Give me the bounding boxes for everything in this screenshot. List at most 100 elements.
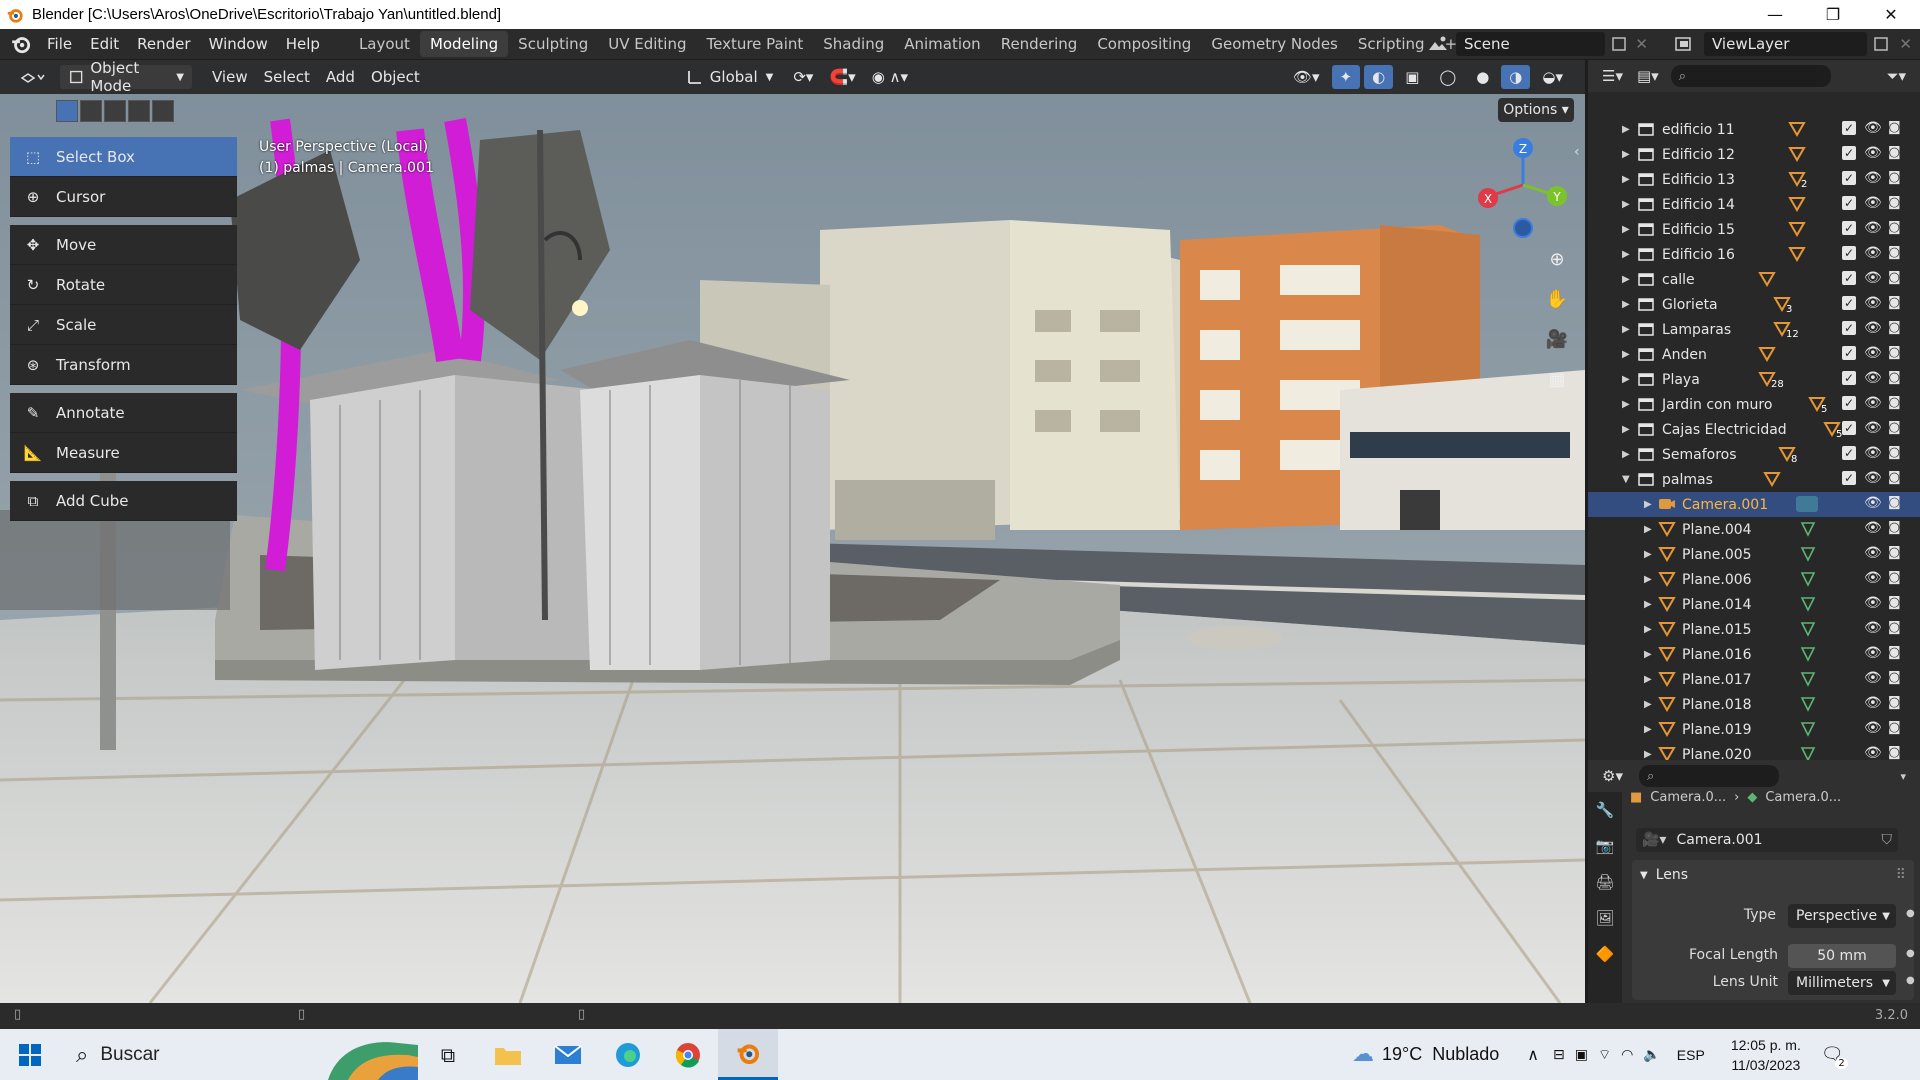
pan-hand-icon[interactable]: ✋ bbox=[1542, 284, 1572, 314]
keyframe-dot-icon[interactable]: ● bbox=[1906, 908, 1915, 919]
expand-right-icon[interactable]: ▶ bbox=[1622, 349, 1632, 360]
eye-visibility-icon[interactable]: 👁 bbox=[1864, 370, 1882, 386]
camera-render-icon[interactable]: ◙ bbox=[1888, 195, 1901, 210]
view-layer-field[interactable]: ViewLayer bbox=[1704, 32, 1868, 56]
eye-visibility-icon[interactable]: 👁 bbox=[1864, 445, 1882, 461]
transform-orientation-selector[interactable]: Global ▼ bbox=[678, 65, 782, 89]
focal-length-field[interactable]: 50 mm bbox=[1788, 944, 1896, 968]
mesh-data-icon[interactable] bbox=[1800, 571, 1816, 591]
outliner-collection-row[interactable]: ▶ Jardin con muro 5 ✓ 👁 ◙ bbox=[1588, 392, 1920, 417]
restore-button[interactable]: ❐ bbox=[1804, 0, 1862, 29]
outliner-collection-row[interactable]: ▶ Edificio 14 ✓ 👁 ◙ bbox=[1588, 192, 1920, 217]
expand-down-icon[interactable]: ▼ bbox=[1622, 474, 1632, 485]
mesh-data-icon[interactable] bbox=[1800, 521, 1816, 541]
exclude-checkbox-icon[interactable]: ✓ bbox=[1842, 196, 1856, 210]
camera-render-icon[interactable]: ◙ bbox=[1888, 720, 1901, 735]
select-extend-icon[interactable] bbox=[80, 100, 102, 122]
menu-select[interactable]: Select bbox=[256, 65, 318, 89]
tool-measure[interactable]: 📐 Measure bbox=[10, 433, 237, 473]
sidebar-toggle-icon[interactable]: ‹ bbox=[1574, 144, 1580, 160]
camera-render-icon[interactable]: ◙ bbox=[1888, 370, 1901, 385]
outliner-collection-row[interactable]: ▶ Lamparas 12 ✓ 👁 ◙ bbox=[1588, 317, 1920, 342]
select-invert-icon[interactable] bbox=[128, 100, 150, 122]
menu-view[interactable]: View bbox=[204, 65, 256, 89]
outliner-collection-row[interactable]: ▼ palmas ✓ 👁 ◙ bbox=[1588, 467, 1920, 492]
weather-text[interactable]: 19°C Nublado bbox=[1382, 1044, 1499, 1065]
tool-rotate[interactable]: ↻ Rotate bbox=[10, 265, 237, 305]
camera-render-icon[interactable]: ◙ bbox=[1888, 520, 1901, 535]
task-view-icon[interactable]: ⧉ bbox=[418, 1029, 478, 1080]
outliner-collection-row[interactable]: ▶ Semaforos 8 ✓ 👁 ◙ bbox=[1588, 442, 1920, 467]
tool-add-cube[interactable]: ⧉ Add Cube bbox=[10, 481, 237, 521]
eye-visibility-icon[interactable]: 👁 bbox=[1864, 745, 1882, 760]
mesh-contents-icon[interactable] bbox=[1758, 346, 1776, 366]
chevron-up-icon[interactable]: ∧ bbox=[1527, 1045, 1539, 1064]
tab-layout[interactable]: Layout bbox=[349, 31, 420, 57]
menu-window[interactable]: Window bbox=[200, 35, 277, 53]
expand-right-icon[interactable]: ▶ bbox=[1622, 449, 1632, 460]
editor-type-button[interactable] bbox=[10, 65, 54, 89]
select-intersect-icon[interactable] bbox=[152, 100, 174, 122]
scene-icon[interactable] bbox=[1426, 34, 1452, 54]
fake-user-shield-icon[interactable]: ⛉ bbox=[1882, 832, 1893, 848]
select-subtract-icon[interactable] bbox=[104, 100, 126, 122]
eye-visibility-icon[interactable]: 👁 bbox=[1864, 720, 1882, 736]
chevron-down-icon[interactable]: ▾ bbox=[1900, 770, 1906, 783]
outliner-object-row[interactable]: ▶ Plane.006 👁 ◙ bbox=[1588, 567, 1920, 592]
expand-right-icon[interactable]: ▶ bbox=[1644, 624, 1654, 635]
exclude-checkbox-icon[interactable]: ✓ bbox=[1842, 446, 1856, 460]
exclude-checkbox-icon[interactable]: ✓ bbox=[1842, 396, 1856, 410]
mesh-contents-icon[interactable]: 8 bbox=[1778, 446, 1797, 466]
view-layer-icon[interactable] bbox=[1672, 34, 1700, 54]
camera-render-icon[interactable]: ◙ bbox=[1888, 470, 1901, 485]
tab-scripting[interactable]: Scripting bbox=[1348, 31, 1435, 57]
eye-visibility-icon[interactable]: 👁 bbox=[1864, 545, 1882, 561]
camera-render-icon[interactable]: ◙ bbox=[1888, 695, 1901, 710]
overlay-toggle-icon[interactable]: ◐ bbox=[1364, 65, 1394, 89]
lens-type-dropdown[interactable]: Perspective ▼ bbox=[1788, 904, 1896, 928]
mesh-contents-icon[interactable] bbox=[1788, 221, 1806, 241]
exclude-checkbox-icon[interactable]: ✓ bbox=[1842, 471, 1856, 485]
remove-scene-icon[interactable]: ✕ bbox=[1635, 35, 1648, 53]
file-explorer-icon[interactable] bbox=[478, 1029, 538, 1080]
outliner-camera-row[interactable]: ▶ Camera.001 👁 ◙ bbox=[1588, 492, 1920, 517]
blender-taskbar-icon[interactable] bbox=[718, 1029, 778, 1080]
camera-data-icon[interactable] bbox=[1796, 496, 1818, 516]
lens-panel-header[interactable]: ▼ Lens ⠿ bbox=[1632, 860, 1914, 890]
mesh-contents-icon[interactable]: 3 bbox=[1773, 296, 1792, 316]
close-button[interactable]: ✕ bbox=[1862, 0, 1920, 29]
wifi-icon[interactable]: ◠ bbox=[1621, 1047, 1633, 1063]
scene-tab-icon[interactable]: 🔶 bbox=[1588, 936, 1622, 972]
taskbar-search[interactable]: ⌕ Buscar bbox=[60, 1029, 418, 1080]
eye-visibility-icon[interactable]: 👁 bbox=[1864, 245, 1882, 261]
mesh-contents-icon[interactable]: 5 bbox=[1823, 421, 1842, 441]
camera-render-icon[interactable]: ◙ bbox=[1888, 420, 1901, 435]
camera-render-icon[interactable]: ◙ bbox=[1888, 170, 1901, 185]
gizmo-neg-z[interactable] bbox=[1513, 218, 1533, 238]
language-indicator[interactable]: ESP bbox=[1677, 1047, 1705, 1063]
camera-render-icon[interactable]: ◙ bbox=[1888, 595, 1901, 610]
exclude-checkbox-icon[interactable]: ✓ bbox=[1842, 121, 1856, 135]
snap-icon[interactable]: 🧲▾ bbox=[821, 65, 863, 89]
tool-transform[interactable]: ⊛ Transform bbox=[10, 345, 237, 385]
expand-right-icon[interactable]: ▶ bbox=[1644, 699, 1654, 710]
exclude-checkbox-icon[interactable]: ✓ bbox=[1842, 146, 1856, 160]
outliner-collection-row[interactable]: ▶ Edificio 13 2 ✓ 👁 ◙ bbox=[1588, 167, 1920, 192]
outliner-collection-row[interactable]: ▶ Anden ✓ 👁 ◙ bbox=[1588, 342, 1920, 367]
expand-right-icon[interactable]: ▶ bbox=[1622, 249, 1632, 260]
camera-render-icon[interactable]: ◙ bbox=[1888, 220, 1901, 235]
tab-sculpting[interactable]: Sculpting bbox=[508, 31, 598, 57]
proportional-edit-icon[interactable]: ◉ ∧▾ bbox=[864, 65, 916, 89]
keyframe-dot-icon[interactable]: ● bbox=[1906, 975, 1915, 986]
eye-visibility-icon[interactable]: 👁 bbox=[1864, 270, 1882, 286]
network-icon[interactable]: ⌔ bbox=[1598, 1046, 1611, 1064]
view-layer-tab-icon[interactable]: 🖼 bbox=[1588, 900, 1622, 936]
outliner-object-row[interactable]: ▶ Plane.016 👁 ◙ bbox=[1588, 642, 1920, 667]
menu-edit[interactable]: Edit bbox=[81, 35, 128, 53]
chrome-browser-icon[interactable] bbox=[658, 1029, 718, 1080]
outliner-collection-row[interactable]: ▶ Edificio 16 ✓ 👁 ◙ bbox=[1588, 242, 1920, 267]
expand-right-icon[interactable]: ▶ bbox=[1644, 749, 1654, 760]
render-tab-icon[interactable]: 📷 bbox=[1588, 828, 1622, 864]
eye-visibility-icon[interactable]: 👁 bbox=[1864, 145, 1882, 161]
menu-file[interactable]: File bbox=[38, 35, 81, 53]
